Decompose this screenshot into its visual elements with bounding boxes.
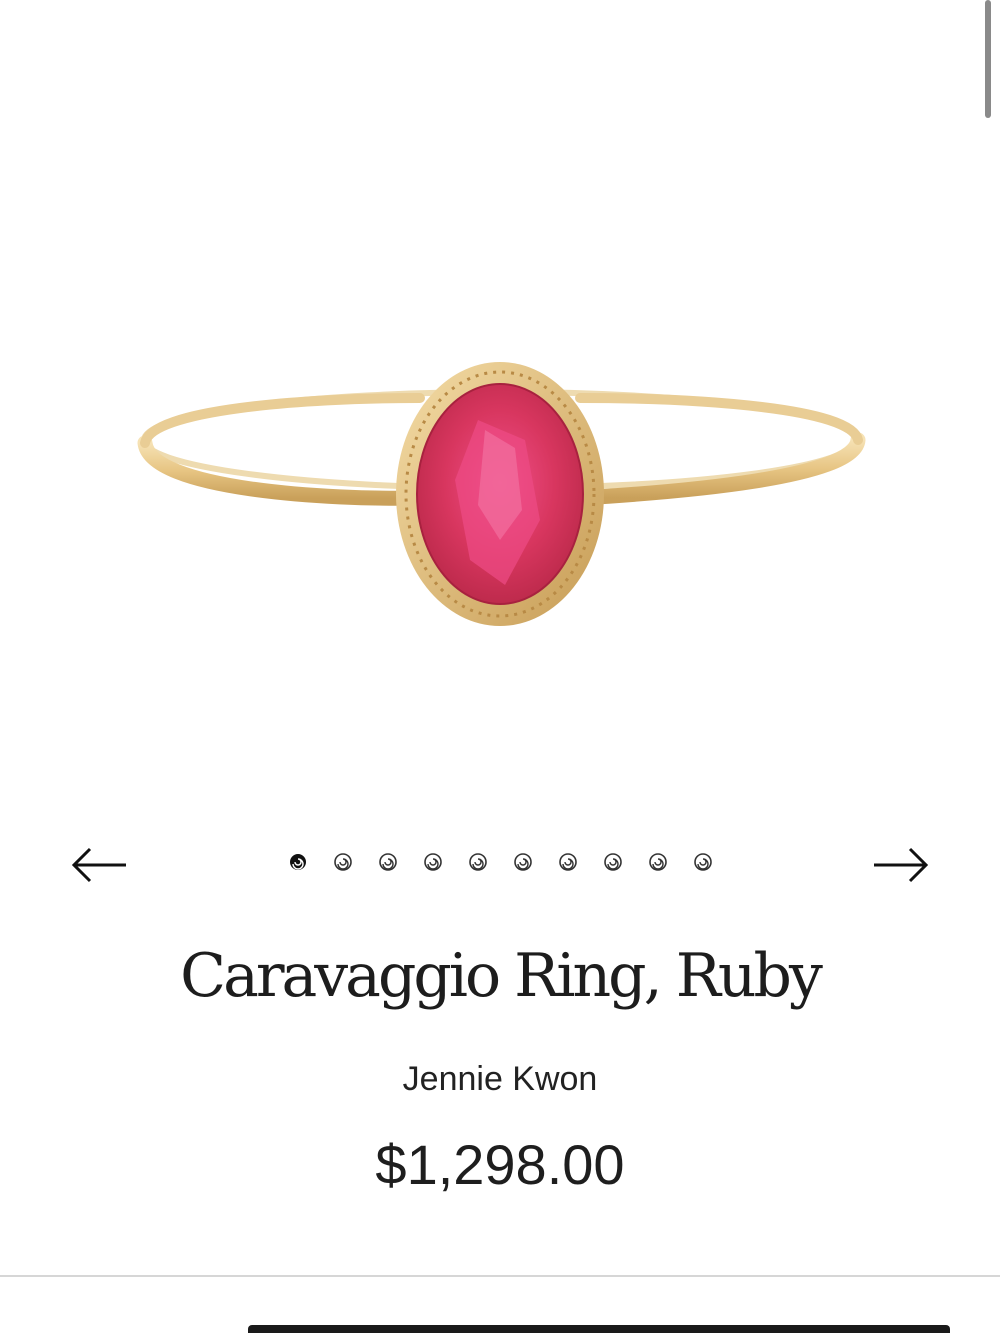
spiral-dot-icon <box>424 853 442 871</box>
carousel-dot[interactable] <box>557 851 579 873</box>
arrow-left-icon <box>71 847 126 883</box>
spiral-dot-icon <box>604 853 622 871</box>
next-image-button[interactable] <box>868 839 932 887</box>
carousel-dot[interactable] <box>602 851 624 873</box>
carousel-dot[interactable] <box>377 851 399 873</box>
product-vendor[interactable]: Jennie Kwon <box>0 1060 1000 1099</box>
carousel-dot[interactable] <box>512 851 534 873</box>
spiral-dot-icon <box>694 853 712 871</box>
spiral-dot-icon <box>290 854 306 870</box>
previous-image-button[interactable] <box>68 839 132 887</box>
spiral-dot-icon <box>649 853 667 871</box>
carousel-dot[interactable] <box>422 851 444 873</box>
carousel-dot-active[interactable] <box>287 851 309 873</box>
spiral-dot-icon <box>559 853 577 871</box>
arrow-right-icon <box>874 847 929 883</box>
section-divider <box>0 1275 1000 1277</box>
spiral-dot-icon <box>334 853 352 871</box>
carousel-dot[interactable] <box>332 851 354 873</box>
product-title: Caravaggio Ring, Ruby <box>180 941 823 1011</box>
carousel-dot[interactable] <box>647 851 669 873</box>
add-to-cart-bar[interactable] <box>248 1325 950 1333</box>
carousel-dots <box>287 851 714 875</box>
carousel-dot[interactable] <box>467 851 489 873</box>
spiral-dot-icon <box>469 853 487 871</box>
image-carousel-nav <box>0 835 1000 891</box>
carousel-dot[interactable] <box>692 851 714 873</box>
product-image[interactable] <box>0 0 1000 800</box>
ruby-ring-image <box>137 362 866 626</box>
spiral-dot-icon <box>379 853 397 871</box>
spiral-dot-icon <box>514 853 532 871</box>
product-price: $1,298.00 <box>375 1133 625 1196</box>
